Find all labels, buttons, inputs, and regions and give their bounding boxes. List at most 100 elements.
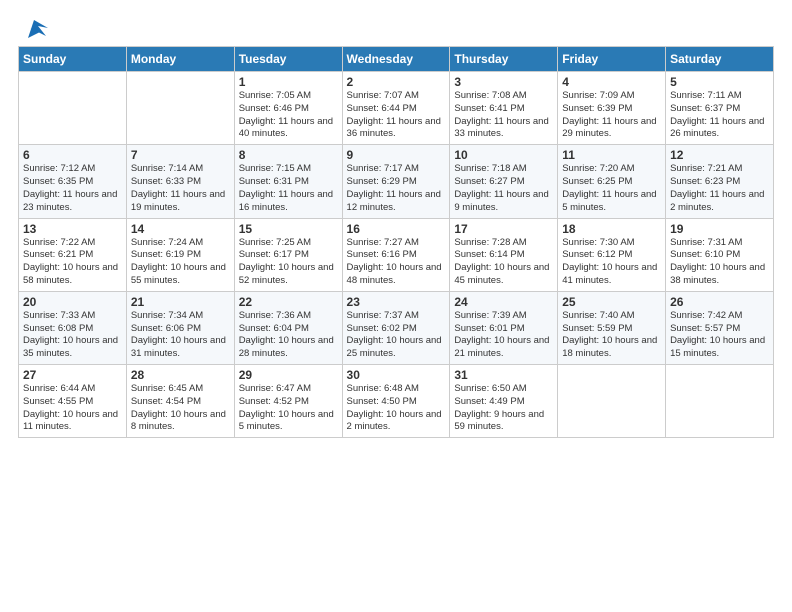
calendar-cell: 10Sunrise: 7:18 AMSunset: 6:27 PMDayligh… — [450, 145, 558, 218]
day-number: 21 — [131, 295, 230, 309]
calendar-cell: 30Sunrise: 6:48 AMSunset: 4:50 PMDayligh… — [342, 365, 450, 438]
calendar-cell — [126, 72, 234, 145]
day-info: Sunrise: 7:11 AMSunset: 6:37 PMDaylight:… — [670, 90, 769, 141]
calendar-cell: 11Sunrise: 7:20 AMSunset: 6:25 PMDayligh… — [558, 145, 666, 218]
day-info: Sunrise: 7:25 AMSunset: 6:17 PMDaylight:… — [239, 237, 338, 288]
calendar-cell: 13Sunrise: 7:22 AMSunset: 6:21 PMDayligh… — [19, 218, 127, 291]
day-info: Sunrise: 7:18 AMSunset: 6:27 PMDaylight:… — [454, 163, 553, 214]
calendar-cell: 15Sunrise: 7:25 AMSunset: 6:17 PMDayligh… — [234, 218, 342, 291]
col-header-friday: Friday — [558, 47, 666, 72]
calendar-cell: 28Sunrise: 6:45 AMSunset: 4:54 PMDayligh… — [126, 365, 234, 438]
week-row-1: 1Sunrise: 7:05 AMSunset: 6:46 PMDaylight… — [19, 72, 774, 145]
day-number: 17 — [454, 222, 553, 236]
calendar-cell: 2Sunrise: 7:07 AMSunset: 6:44 PMDaylight… — [342, 72, 450, 145]
day-number: 18 — [562, 222, 661, 236]
day-number: 15 — [239, 222, 338, 236]
day-info: Sunrise: 7:05 AMSunset: 6:46 PMDaylight:… — [239, 90, 338, 141]
calendar-cell: 31Sunrise: 6:50 AMSunset: 4:49 PMDayligh… — [450, 365, 558, 438]
calendar-cell: 26Sunrise: 7:42 AMSunset: 5:57 PMDayligh… — [666, 291, 774, 364]
calendar-cell: 7Sunrise: 7:14 AMSunset: 6:33 PMDaylight… — [126, 145, 234, 218]
day-number: 4 — [562, 75, 661, 89]
week-row-2: 6Sunrise: 7:12 AMSunset: 6:35 PMDaylight… — [19, 145, 774, 218]
week-row-3: 13Sunrise: 7:22 AMSunset: 6:21 PMDayligh… — [19, 218, 774, 291]
day-number: 1 — [239, 75, 338, 89]
calendar-table: SundayMondayTuesdayWednesdayThursdayFrid… — [18, 46, 774, 438]
col-header-sunday: Sunday — [19, 47, 127, 72]
day-number: 6 — [23, 148, 122, 162]
day-number: 12 — [670, 148, 769, 162]
day-number: 8 — [239, 148, 338, 162]
day-info: Sunrise: 7:08 AMSunset: 6:41 PMDaylight:… — [454, 90, 553, 141]
day-info: Sunrise: 7:39 AMSunset: 6:01 PMDaylight:… — [454, 310, 553, 361]
day-info: Sunrise: 7:33 AMSunset: 6:08 PMDaylight:… — [23, 310, 122, 361]
day-info: Sunrise: 7:24 AMSunset: 6:19 PMDaylight:… — [131, 237, 230, 288]
calendar-cell: 20Sunrise: 7:33 AMSunset: 6:08 PMDayligh… — [19, 291, 127, 364]
calendar-cell: 25Sunrise: 7:40 AMSunset: 5:59 PMDayligh… — [558, 291, 666, 364]
day-info: Sunrise: 6:50 AMSunset: 4:49 PMDaylight:… — [454, 383, 553, 434]
calendar-cell: 16Sunrise: 7:27 AMSunset: 6:16 PMDayligh… — [342, 218, 450, 291]
day-number: 24 — [454, 295, 553, 309]
day-number: 9 — [347, 148, 446, 162]
calendar-cell: 18Sunrise: 7:30 AMSunset: 6:12 PMDayligh… — [558, 218, 666, 291]
calendar-cell: 1Sunrise: 7:05 AMSunset: 6:46 PMDaylight… — [234, 72, 342, 145]
day-info: Sunrise: 7:21 AMSunset: 6:23 PMDaylight:… — [670, 163, 769, 214]
calendar-cell: 9Sunrise: 7:17 AMSunset: 6:29 PMDaylight… — [342, 145, 450, 218]
col-header-saturday: Saturday — [666, 47, 774, 72]
calendar-cell: 17Sunrise: 7:28 AMSunset: 6:14 PMDayligh… — [450, 218, 558, 291]
day-number: 11 — [562, 148, 661, 162]
week-row-4: 20Sunrise: 7:33 AMSunset: 6:08 PMDayligh… — [19, 291, 774, 364]
col-header-wednesday: Wednesday — [342, 47, 450, 72]
day-number: 23 — [347, 295, 446, 309]
day-info: Sunrise: 7:30 AMSunset: 6:12 PMDaylight:… — [562, 237, 661, 288]
calendar-cell: 27Sunrise: 6:44 AMSunset: 4:55 PMDayligh… — [19, 365, 127, 438]
calendar-cell: 6Sunrise: 7:12 AMSunset: 6:35 PMDaylight… — [19, 145, 127, 218]
day-info: Sunrise: 7:07 AMSunset: 6:44 PMDaylight:… — [347, 90, 446, 141]
day-info: Sunrise: 7:34 AMSunset: 6:06 PMDaylight:… — [131, 310, 230, 361]
day-info: Sunrise: 6:45 AMSunset: 4:54 PMDaylight:… — [131, 383, 230, 434]
day-number: 28 — [131, 368, 230, 382]
day-number: 14 — [131, 222, 230, 236]
calendar-cell: 8Sunrise: 7:15 AMSunset: 6:31 PMDaylight… — [234, 145, 342, 218]
day-number: 30 — [347, 368, 446, 382]
day-info: Sunrise: 7:22 AMSunset: 6:21 PMDaylight:… — [23, 237, 122, 288]
col-header-tuesday: Tuesday — [234, 47, 342, 72]
day-number: 25 — [562, 295, 661, 309]
calendar-cell: 21Sunrise: 7:34 AMSunset: 6:06 PMDayligh… — [126, 291, 234, 364]
calendar-cell: 29Sunrise: 6:47 AMSunset: 4:52 PMDayligh… — [234, 365, 342, 438]
page: SundayMondayTuesdayWednesdayThursdayFrid… — [0, 0, 792, 612]
day-number: 2 — [347, 75, 446, 89]
day-number: 13 — [23, 222, 122, 236]
calendar-cell: 14Sunrise: 7:24 AMSunset: 6:19 PMDayligh… — [126, 218, 234, 291]
logo — [18, 18, 48, 40]
calendar-cell — [558, 365, 666, 438]
calendar-cell: 12Sunrise: 7:21 AMSunset: 6:23 PMDayligh… — [666, 145, 774, 218]
day-number: 16 — [347, 222, 446, 236]
day-info: Sunrise: 7:36 AMSunset: 6:04 PMDaylight:… — [239, 310, 338, 361]
col-header-monday: Monday — [126, 47, 234, 72]
calendar-cell: 22Sunrise: 7:36 AMSunset: 6:04 PMDayligh… — [234, 291, 342, 364]
day-info: Sunrise: 7:28 AMSunset: 6:14 PMDaylight:… — [454, 237, 553, 288]
day-number: 22 — [239, 295, 338, 309]
calendar-cell: 4Sunrise: 7:09 AMSunset: 6:39 PMDaylight… — [558, 72, 666, 145]
header — [18, 18, 774, 38]
day-info: Sunrise: 7:27 AMSunset: 6:16 PMDaylight:… — [347, 237, 446, 288]
day-info: Sunrise: 7:20 AMSunset: 6:25 PMDaylight:… — [562, 163, 661, 214]
calendar-cell — [666, 365, 774, 438]
day-info: Sunrise: 7:37 AMSunset: 6:02 PMDaylight:… — [347, 310, 446, 361]
day-info: Sunrise: 6:48 AMSunset: 4:50 PMDaylight:… — [347, 383, 446, 434]
day-number: 7 — [131, 148, 230, 162]
day-info: Sunrise: 7:12 AMSunset: 6:35 PMDaylight:… — [23, 163, 122, 214]
calendar-cell — [19, 72, 127, 145]
day-number: 26 — [670, 295, 769, 309]
logo-area — [18, 18, 48, 38]
week-row-5: 27Sunrise: 6:44 AMSunset: 4:55 PMDayligh… — [19, 365, 774, 438]
logo-bird-icon — [20, 18, 48, 40]
day-info: Sunrise: 7:17 AMSunset: 6:29 PMDaylight:… — [347, 163, 446, 214]
day-info: Sunrise: 7:42 AMSunset: 5:57 PMDaylight:… — [670, 310, 769, 361]
day-number: 29 — [239, 368, 338, 382]
day-info: Sunrise: 6:44 AMSunset: 4:55 PMDaylight:… — [23, 383, 122, 434]
day-number: 3 — [454, 75, 553, 89]
calendar-cell: 3Sunrise: 7:08 AMSunset: 6:41 PMDaylight… — [450, 72, 558, 145]
calendar-cell: 23Sunrise: 7:37 AMSunset: 6:02 PMDayligh… — [342, 291, 450, 364]
day-info: Sunrise: 7:31 AMSunset: 6:10 PMDaylight:… — [670, 237, 769, 288]
